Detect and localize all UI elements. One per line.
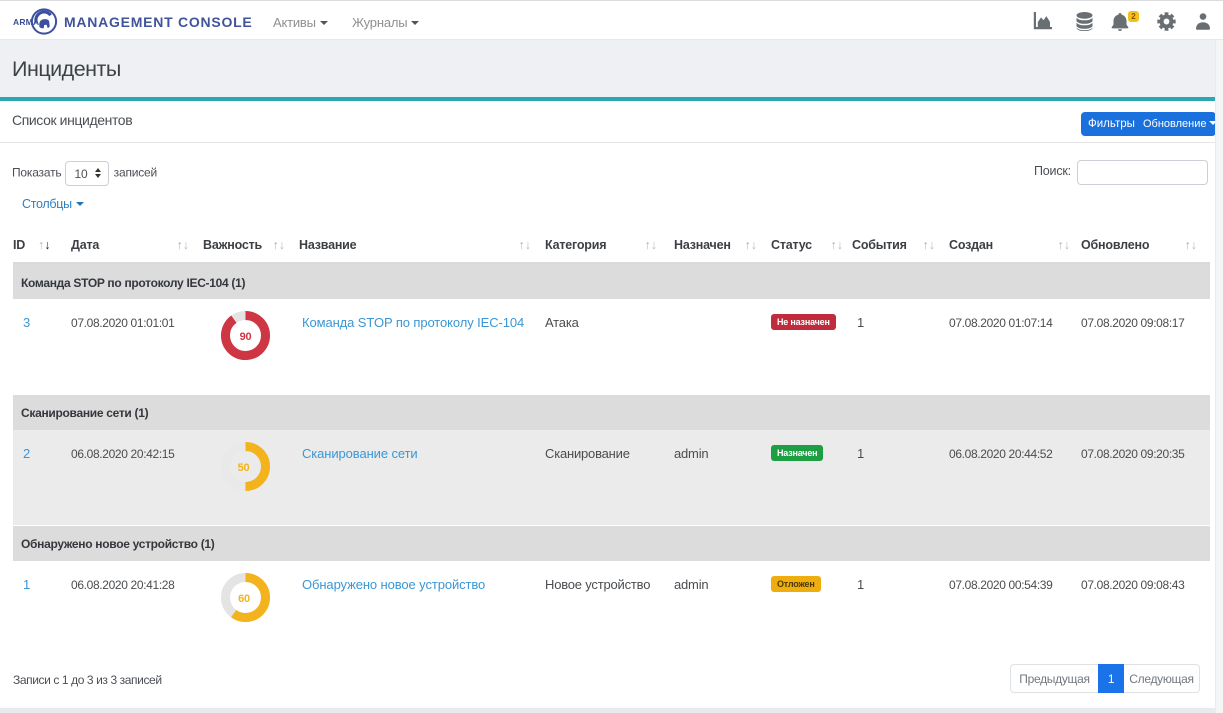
- svg-text:60: 60: [238, 593, 250, 605]
- svg-text:90: 90: [240, 331, 252, 343]
- svg-text:50: 50: [238, 462, 250, 474]
